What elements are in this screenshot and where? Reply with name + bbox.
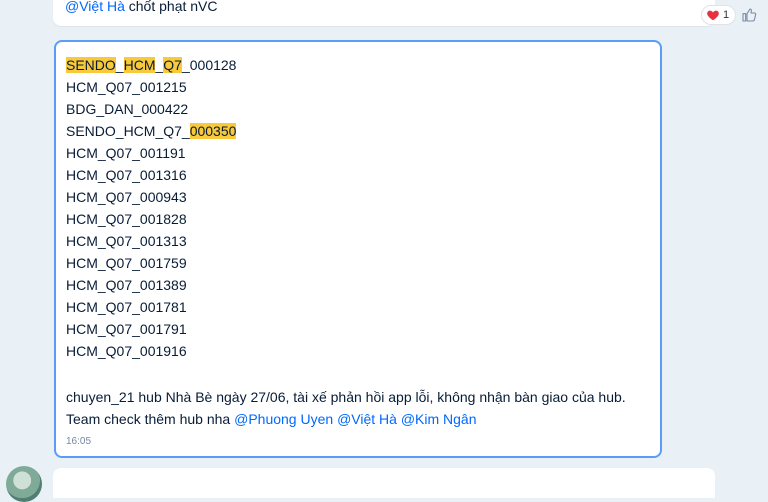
thumbs-up-icon [742, 8, 757, 22]
message-note: chuyen_21 hub Nhà Bè ngày 27/06, tài xế … [66, 386, 656, 430]
code-text: HCM_Q07_001916 [66, 343, 187, 359]
code-text: _ [115, 57, 124, 73]
mention-viet-ha[interactable]: @Việt Hà [337, 411, 397, 427]
code-text: BDG_DAN_000422 [66, 101, 189, 117]
code-text: HCM_Q07_001781 [66, 299, 187, 315]
mention-phuong-uyen[interactable]: @Phuong Uyen [234, 411, 333, 427]
search-highlight: HCM [123, 57, 156, 73]
like-button[interactable] [740, 6, 758, 24]
next-message-bubble[interactable] [53, 468, 715, 498]
order-code: HCM_Q07_001313 [66, 230, 236, 252]
code-text: HCM_Q07_001791 [66, 321, 187, 337]
previous-message-bubble[interactable]: @Việt Hà chốt phạt nVC 1 [53, 0, 757, 26]
search-highlight: SENDO [66, 57, 116, 73]
order-code-list: SENDO_HCM_Q7_000128 HCM_Q07_001215 BDG_DAN… [66, 54, 236, 362]
order-code: HCM_Q07_001916 [66, 340, 236, 362]
previous-message-body: chốt phạt nVC [124, 0, 218, 14]
code-text: HCM_Q07_000943 [66, 189, 187, 205]
order-code: BDG_DAN_000422 [66, 98, 236, 120]
code-text: HCM_Q07_001215 [66, 79, 187, 95]
order-code: HCM_Q07_001389 [66, 274, 236, 296]
order-code: HCM_Q07_000943 [66, 186, 236, 208]
code-text: HCM_Q07_001316 [66, 167, 187, 183]
reaction-count: 1 [723, 9, 730, 21]
note-line-1: chuyen_21 hub Nhà Bè ngày 27/06, tài xế … [66, 389, 626, 405]
order-code: HCM_Q07_001215 [66, 76, 236, 98]
order-code: HCM_Q07_001828 [66, 208, 236, 230]
code-text: HCM_Q07_001759 [66, 255, 187, 271]
reaction-bar: 1 [701, 5, 758, 25]
note-line-2: Team check thêm hub nha @Phuong Uyen @Vi… [66, 408, 656, 430]
code-text: HCM_Q07_001828 [66, 211, 187, 227]
avatar[interactable] [6, 466, 42, 502]
previous-message-text: @Việt Hà chốt phạt nVC [65, 0, 218, 14]
order-code: HCM_Q07_001791 [66, 318, 236, 340]
note-line-2-text: Team check thêm hub nha [66, 411, 235, 427]
order-code: SENDO_HCM_Q7_000128 [66, 54, 236, 76]
order-code: SENDO_HCM_Q7_000350 [66, 120, 237, 142]
selected-message-bubble[interactable]: SENDO_HCM_Q7_000128 HCM_Q07_001215 BDG_DAN… [54, 40, 662, 458]
mention-viet-ha[interactable]: @Việt Hà [65, 0, 125, 14]
search-highlight: 000350 [189, 123, 237, 139]
code-text: HCM_Q07_001191 [66, 145, 186, 161]
order-code: HCM_Q07_001191 [66, 142, 236, 164]
heart-reaction[interactable]: 1 [701, 5, 737, 25]
code-text: HCM_Q07_001313 [66, 233, 187, 249]
mention-kim-ngan[interactable]: @Kim Ngân [401, 411, 477, 427]
heart-icon [707, 10, 719, 21]
search-highlight: Q7 [163, 57, 182, 73]
order-code: HCM_Q07_001316 [66, 164, 236, 186]
code-text: HCM_Q07_001389 [66, 277, 187, 293]
code-text: SENDO_HCM_Q7_ [66, 123, 190, 139]
message-timestamp: 16:05 [66, 436, 92, 447]
order-code: HCM_Q07_001759 [66, 252, 236, 274]
code-text: _000128 [181, 57, 237, 73]
order-code: HCM_Q07_001781 [66, 296, 236, 318]
